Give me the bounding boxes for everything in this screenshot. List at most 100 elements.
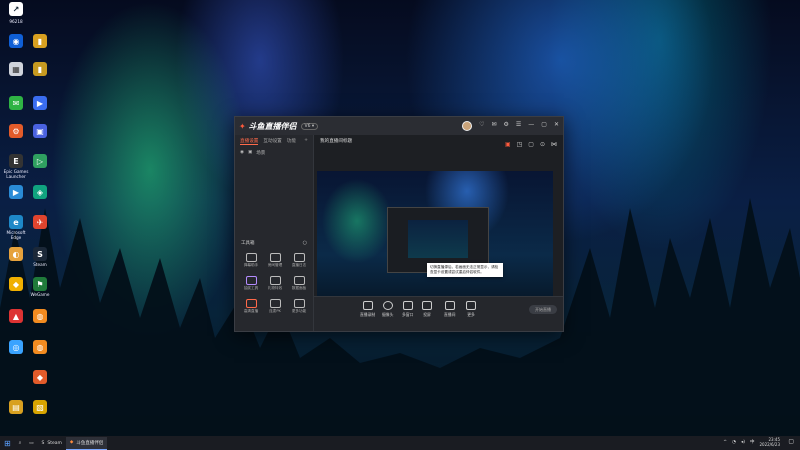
settings-icon[interactable]: ⚙ (504, 121, 509, 131)
start-live-button[interactable]: 开始直播 (529, 305, 557, 314)
desktop-icon-c2-2[interactable]: ▶ (27, 96, 53, 110)
bottom-action[interactable]: 直播间 (444, 301, 455, 318)
desktop-icon-2[interactable]: ◉ (3, 34, 29, 48)
tool-item[interactable]: 礼物特效 (263, 276, 287, 291)
tool-icon (245, 253, 257, 262)
app-icon: ◈ (33, 185, 47, 199)
lock-icon[interactable]: ▣ (248, 150, 252, 156)
search-icon[interactable]: ⌕ (15, 437, 26, 449)
icon-label: WeGame (30, 292, 50, 297)
app-logo: ✦ 斗鱼直播伴侣 (239, 121, 297, 131)
desktop-icon-11[interactable]: ▲ (3, 309, 29, 323)
app-icon: ✈ (33, 215, 47, 229)
notification-icon[interactable]: ▢ (788, 438, 794, 445)
tool-item[interactable]: 数据面板 (287, 276, 311, 291)
menu-icon[interactable]: ☰ (516, 121, 521, 131)
network-icon[interactable]: ◔ (732, 440, 736, 445)
tool-icon (293, 276, 305, 285)
desktop-icon-c2-5[interactable]: ◈ (27, 185, 53, 199)
tool-item[interactable]: 房间管理 (263, 253, 287, 268)
close-icon[interactable]: ✕ (554, 121, 559, 131)
desktop-icon-c2-10[interactable]: ◍ (27, 340, 53, 354)
desktop-icon-6[interactable]: E Epic Games Launcher (3, 154, 29, 179)
left-panel: 直播设置 互动设置 功能 + ◉ ▣ 场景 工具箱 ○ 弹幕助手 房间管理 直播… (235, 135, 314, 331)
steam-icon: S (41, 440, 45, 446)
tool-icon (269, 299, 281, 308)
link-icon[interactable]: ⊙ (540, 141, 545, 148)
tool-item[interactable]: 更多功能 (287, 299, 311, 314)
icon-label: Microsoft Edge (6, 230, 26, 240)
desktop-icon-8[interactable]: e Microsoft Edge (3, 215, 29, 240)
streaming-app-window: ✦ 斗鱼直播伴侣 V6 ▾ ♡ ✉ ⚙ ☰ — ▢ ✕ 直播设置 互动设置 功能… (234, 116, 564, 332)
bottom-action[interactable]: 更多 (466, 301, 476, 318)
desktop-icon-10[interactable]: ◆ (3, 277, 29, 291)
desktop-icon-9[interactable]: ◐ (3, 247, 29, 261)
stream-title[interactable]: 我的直播间标题 (320, 138, 352, 144)
ime-icon[interactable]: 中 (750, 439, 755, 445)
camera-icon (382, 301, 393, 310)
share-icon[interactable]: ◳ (517, 141, 523, 148)
user-avatar[interactable] (462, 121, 473, 131)
tab-interaction[interactable]: 互动设置 (263, 138, 281, 145)
app-icon: ◍ (33, 340, 47, 354)
desktop-icon-0[interactable]: ↗ (3, 2, 29, 16)
app-icon: ▣ (33, 124, 47, 138)
bottom-action[interactable]: 直播录制 (360, 301, 375, 318)
desktop-icon-c2-1[interactable]: ▮ (27, 62, 53, 76)
tool-icon (269, 276, 281, 285)
desktop-icon-5[interactable]: ⚙ (3, 124, 29, 138)
gift-icon[interactable]: ▣ (505, 141, 511, 148)
tool-item[interactable]: 抽奖工具 (239, 276, 263, 291)
desktop-icon-1[interactable]: 96218 (3, 18, 29, 24)
system-tray: ^ ◔ ◂) 中 23:45 2022/6/23 (723, 437, 780, 447)
desktop-icon-13[interactable]: ▤ (3, 400, 29, 414)
minimize-icon[interactable]: — (528, 121, 534, 131)
tool-item[interactable]: 高清直播 (239, 299, 263, 314)
toolbox-settings-icon[interactable]: ○ (303, 240, 307, 246)
desktop-icon-3[interactable]: ▦ (3, 62, 29, 76)
tool-label: 弹幕助手 (243, 263, 259, 267)
stream-preview[interactable] (317, 171, 553, 311)
desktop-icon-c2-3[interactable]: ▣ (27, 124, 53, 138)
scene-label[interactable]: 场景 (256, 150, 265, 156)
mail-icon[interactable]: ✉ (491, 121, 496, 131)
desktop-icon-c2-8[interactable]: ⚑ WeGame (27, 277, 53, 297)
task-view-icon[interactable]: ▭ (25, 437, 37, 449)
add-tab-icon[interactable]: + (304, 138, 308, 145)
bottom-action[interactable]: 摄像头 (382, 301, 393, 318)
desktop-icon-c2-12[interactable]: ▧ (27, 400, 53, 414)
desktop-icon-c2-7[interactable]: S Steam (27, 247, 53, 267)
start-button[interactable]: ⊞ (0, 437, 15, 449)
skin-icon[interactable]: ♡ (479, 121, 484, 131)
tool-item[interactable]: 连麦PK (263, 299, 287, 314)
tool-item[interactable]: 直播日志 (287, 253, 311, 268)
desktop-icon-4[interactable]: ✉ (3, 96, 29, 110)
scene-row: ◉ ▣ 场景 (235, 148, 313, 158)
taskbar-item-steam[interactable]: S Steam (38, 437, 66, 449)
taskbar-item-douyu[interactable]: ◆ 斗鱼直播伴侣 (65, 436, 108, 450)
maximize-icon[interactable]: ▢ (541, 121, 547, 131)
bottom-action[interactable]: 投屏 (422, 301, 432, 318)
bottom-action[interactable]: 多窗口 (402, 301, 413, 318)
clock[interactable]: 23:45 2022/6/23 (759, 437, 780, 447)
eye-icon[interactable]: ◉ (240, 150, 244, 156)
app-icon: ▲ (9, 309, 23, 323)
desktop-icon-c2-4[interactable]: ▷ (27, 154, 53, 168)
share-out-icon[interactable]: ⋈ (551, 141, 557, 148)
desktop-icon-7[interactable]: ▶ (3, 185, 29, 199)
desktop-icon-c2-0[interactable]: ▮ (27, 34, 53, 48)
tool-icon (269, 253, 281, 262)
tool-item[interactable]: 弹幕助手 (239, 253, 263, 268)
volume-icon[interactable]: ◂) (741, 440, 745, 445)
app-icon: ◆ (9, 277, 23, 291)
tab-features[interactable]: 功能 (287, 138, 296, 145)
desktop-icon-12[interactable]: ◎ (3, 340, 29, 354)
desktop-icon-c2-9[interactable]: ◍ (27, 309, 53, 323)
version-badge[interactable]: V6 ▾ (300, 122, 319, 130)
tool-label: 直播日志 (291, 263, 307, 267)
tray-arrow-icon[interactable]: ^ (723, 440, 727, 445)
desktop-icon-c2-11[interactable]: ◆ (27, 370, 53, 384)
desktop-icon-c2-6[interactable]: ✈ (27, 215, 53, 229)
clip-icon[interactable]: ▢ (528, 141, 534, 148)
tab-live-settings[interactable]: 直播设置 (240, 138, 259, 145)
